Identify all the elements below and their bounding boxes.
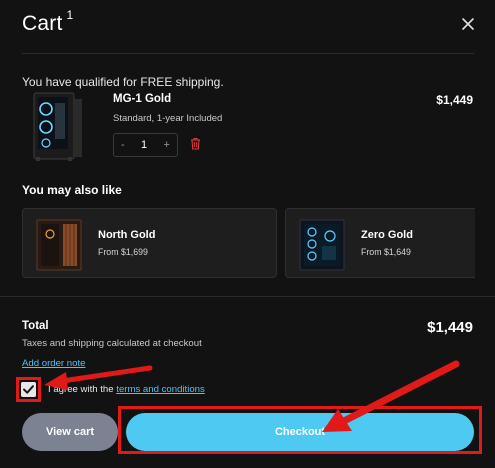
footer-divider — [0, 296, 495, 297]
view-cart-button[interactable]: View cart — [22, 413, 118, 451]
product-image-mg1-gold[interactable] — [28, 91, 88, 163]
cart-title: Cart 1 — [22, 8, 74, 36]
total-value: $1,449 — [427, 319, 473, 336]
checkout-button[interactable]: Checkout — [126, 413, 474, 451]
cart-header: Cart 1 — [0, 0, 495, 54]
cart-item-name[interactable]: MG-1 Gold — [113, 93, 171, 105]
product-image-zero-gold — [299, 219, 345, 271]
cart-title-text: Cart — [22, 12, 63, 35]
recommendation-card-zero-gold[interactable]: Zero Gold From $1,649 — [285, 208, 475, 278]
recommendation-card-north-gold[interactable]: North Gold From $1,699 — [22, 208, 277, 278]
terms-and-conditions-link[interactable]: terms and conditions — [116, 384, 205, 395]
close-icon[interactable] — [458, 14, 478, 34]
recommendation-price: From $1,699 — [98, 247, 148, 257]
recommendation-price: From $1,649 — [361, 247, 411, 257]
total-label: Total — [22, 320, 49, 332]
cart-count: 1 — [66, 8, 74, 22]
increase-quantity-button[interactable]: + — [164, 139, 170, 151]
cart-item-variant: Standard, 1-year Included — [113, 113, 223, 124]
quantity-value[interactable]: 1 — [141, 139, 147, 151]
quantity-stepper: - 1 + — [113, 133, 178, 157]
free-shipping-message: You have qualified for FREE shipping. — [22, 75, 224, 89]
tax-note: Taxes and shipping calculated at checkou… — [22, 338, 202, 349]
terms-agreement: I agree with the terms and conditions — [48, 384, 205, 395]
decrease-quantity-button[interactable]: - — [121, 139, 125, 151]
recommendation-name: Zero Gold — [361, 229, 413, 241]
cart-item-price: $1,449 — [436, 93, 473, 107]
recommendation-name: North Gold — [98, 229, 156, 241]
add-order-note-link[interactable]: Add order note — [22, 358, 85, 369]
terms-agreement-text: I agree with the — [48, 384, 114, 395]
header-divider — [22, 53, 474, 54]
terms-checkbox[interactable] — [21, 382, 36, 397]
recommendations-heading: You may also like — [22, 183, 122, 197]
trash-icon[interactable] — [190, 137, 201, 150]
product-image-north-gold — [36, 219, 82, 271]
